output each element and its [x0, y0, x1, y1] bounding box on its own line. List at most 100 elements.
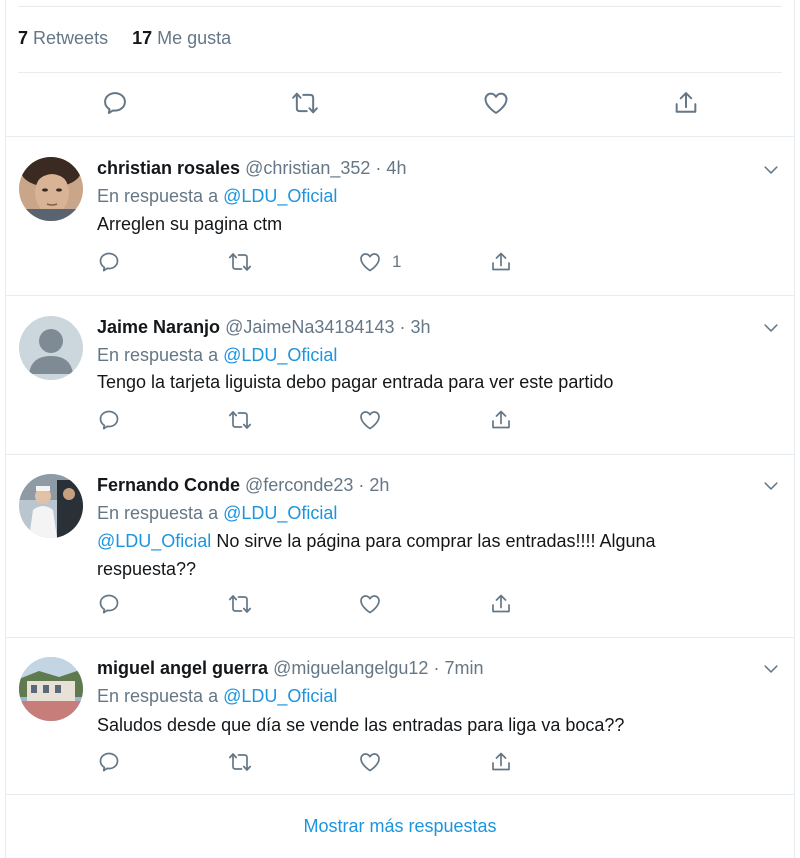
- retweet-button[interactable]: [228, 592, 252, 616]
- reply-prefix: En respuesta a: [97, 345, 219, 365]
- reply-context: En respuesta a @LDU_Oficial: [97, 503, 337, 524]
- retweets-count: 7: [18, 28, 29, 48]
- likes-label: Me gusta: [157, 28, 232, 48]
- like-icon: [358, 750, 382, 774]
- retweet-icon: [228, 592, 252, 616]
- divider: [18, 6, 782, 7]
- reply-icon: [97, 592, 121, 616]
- reply-context: En respuesta a @LDU_Oficial: [97, 345, 337, 366]
- retweets-label: Retweets: [33, 28, 109, 48]
- retweets-link[interactable]: 7 Retweets: [18, 28, 108, 48]
- more-options-button[interactable]: [761, 318, 781, 338]
- retweet-button[interactable]: [228, 750, 252, 774]
- tweet-actions: [97, 408, 517, 432]
- reply-to-mention[interactable]: @LDU_Oficial: [223, 345, 337, 365]
- like-icon: [358, 250, 382, 274]
- tweet-text-line: No sirve la página para comprar las entr…: [211, 531, 656, 551]
- reply-tweet[interactable]: christian rosales @christian_352 · 4h En…: [5, 137, 795, 295]
- reply-button[interactable]: [100, 88, 130, 118]
- display-name[interactable]: miguel angel guerra: [97, 658, 268, 678]
- like-icon: [358, 408, 382, 432]
- display-name[interactable]: christian rosales: [97, 158, 240, 178]
- like-button[interactable]: [481, 88, 511, 118]
- chevron-down-icon: [761, 659, 781, 679]
- handle-time[interactable]: @ferconde23 · 2h: [245, 475, 389, 495]
- reply-icon: [101, 89, 129, 117]
- share-button[interactable]: [489, 408, 513, 432]
- retweet-button[interactable]: [228, 408, 252, 432]
- tweet-text: @LDU_Oficial No sirve la página para com…: [97, 527, 737, 583]
- retweet-icon: [228, 408, 252, 432]
- retweet-button[interactable]: [228, 250, 252, 274]
- main-tweet-actions: [0, 88, 800, 122]
- tweet-text: Saludos desde que día se vende las entra…: [97, 715, 625, 735]
- tweet-text-line: respuesta??: [97, 559, 197, 579]
- reply-context: En respuesta a @LDU_Oficial: [97, 686, 337, 707]
- tweet-text: Arreglen su pagina ctm: [97, 214, 283, 234]
- avatar[interactable]: [19, 657, 83, 721]
- tweet-actions: 1: [97, 250, 517, 274]
- reply-icon: [97, 250, 121, 274]
- share-icon: [489, 408, 513, 432]
- tweet-text: Tengo la tarjeta liguista debo pagar ent…: [97, 372, 614, 392]
- handle-time[interactable]: @JaimeNa34184143 · 3h: [225, 317, 430, 337]
- retweet-icon: [291, 89, 319, 117]
- reply-to-mention[interactable]: @LDU_Oficial: [223, 186, 337, 206]
- divider: [18, 72, 782, 73]
- display-name[interactable]: Jaime Naranjo: [97, 317, 220, 337]
- chevron-down-icon: [761, 318, 781, 338]
- more-options-button[interactable]: [761, 160, 781, 180]
- tweet-stats: 7 Retweets 17 Me gusta: [18, 28, 231, 49]
- show-more-replies-button[interactable]: Mostrar más respuestas: [0, 816, 800, 837]
- like-button[interactable]: [358, 408, 382, 432]
- reply-tweet[interactable]: miguel angel guerra @miguelangelgu12 · 7…: [5, 638, 795, 794]
- more-options-button[interactable]: [761, 476, 781, 496]
- handle-time[interactable]: @christian_352 · 4h: [245, 158, 406, 178]
- share-icon: [672, 89, 700, 117]
- retweet-icon: [228, 750, 252, 774]
- avatar[interactable]: [19, 316, 83, 380]
- avatar[interactable]: [19, 157, 83, 221]
- reply-button[interactable]: [97, 250, 121, 274]
- likes-count: 17: [132, 28, 153, 48]
- share-button[interactable]: [489, 250, 513, 274]
- reply-button[interactable]: [97, 408, 121, 432]
- share-button[interactable]: [671, 88, 701, 118]
- share-icon: [489, 250, 513, 274]
- retweet-icon: [228, 250, 252, 274]
- reply-button[interactable]: [97, 750, 121, 774]
- reply-prefix: En respuesta a: [97, 686, 219, 706]
- tweet-mention[interactable]: @LDU_Oficial: [97, 531, 211, 551]
- reply-tweet[interactable]: Fernando Conde @ferconde23 · 2h En respu…: [5, 455, 795, 637]
- share-button[interactable]: [489, 592, 513, 616]
- like-button[interactable]: [358, 750, 382, 774]
- like-count: 1: [392, 252, 402, 271]
- reply-to-mention[interactable]: @LDU_Oficial: [223, 503, 337, 523]
- reply-context: En respuesta a @LDU_Oficial: [97, 186, 337, 207]
- chevron-down-icon: [761, 160, 781, 180]
- divider: [5, 794, 795, 795]
- reply-button[interactable]: [97, 592, 121, 616]
- reply-prefix: En respuesta a: [97, 503, 219, 523]
- like-button[interactable]: [358, 592, 382, 616]
- avatar[interactable]: [19, 474, 83, 538]
- like-icon: [358, 592, 382, 616]
- like-icon: [482, 89, 510, 117]
- share-icon: [489, 750, 513, 774]
- tweet-actions: [97, 750, 517, 774]
- chevron-down-icon: [761, 476, 781, 496]
- tweet-actions: [97, 592, 517, 616]
- reply-to-mention[interactable]: @LDU_Oficial: [223, 686, 337, 706]
- display-name[interactable]: Fernando Conde: [97, 475, 240, 495]
- reply-icon: [97, 408, 121, 432]
- reply-icon: [97, 750, 121, 774]
- more-options-button[interactable]: [761, 659, 781, 679]
- handle-time[interactable]: @miguelangelgu12 · 7min: [273, 658, 483, 678]
- likes-link[interactable]: 17 Me gusta: [132, 28, 231, 48]
- share-button[interactable]: [489, 750, 513, 774]
- retweet-button[interactable]: [290, 88, 320, 118]
- like-button[interactable]: 1: [358, 250, 401, 274]
- reply-prefix: En respuesta a: [97, 186, 219, 206]
- share-icon: [489, 592, 513, 616]
- reply-tweet[interactable]: Jaime Naranjo @JaimeNa34184143 · 3h En r…: [5, 296, 795, 454]
